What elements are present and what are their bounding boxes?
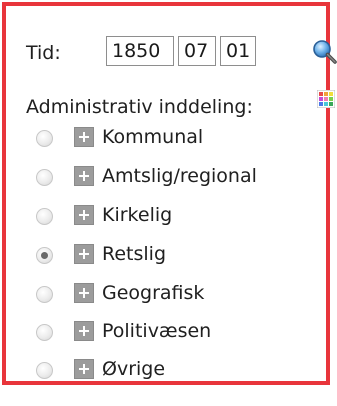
radio-button[interactable] <box>36 286 53 303</box>
radio-button-selected[interactable] <box>36 247 53 264</box>
option-politivaesen[interactable]: Politivæsen <box>36 318 336 348</box>
option-label: Øvrige <box>102 358 166 380</box>
expand-plus-icon[interactable] <box>74 359 94 379</box>
option-label: Retslig <box>102 243 167 265</box>
time-row: Tid: <box>26 36 337 68</box>
expand-plus-icon[interactable] <box>74 321 94 341</box>
option-geografisk[interactable]: Geografisk <box>36 280 336 310</box>
admin-division-row: Administrativ inddeling: <box>26 89 337 122</box>
expand-plus-icon[interactable] <box>74 166 94 186</box>
expand-plus-icon[interactable] <box>74 127 94 147</box>
search-icon[interactable] <box>312 39 337 65</box>
option-label: Geografisk <box>102 282 205 304</box>
filter-panel: Tid: Administrativ inddeling: <box>2 2 337 385</box>
option-label: Politivæsen <box>102 320 212 342</box>
admin-division-label: Administrativ inddeling: <box>26 96 253 118</box>
expand-plus-icon[interactable] <box>74 244 94 264</box>
radio-button[interactable] <box>36 169 53 186</box>
radio-button[interactable] <box>36 130 53 147</box>
option-label: Amtslig/regional <box>102 165 257 187</box>
day-input[interactable] <box>220 36 256 66</box>
option-ovrige[interactable]: Øvrige <box>36 356 336 386</box>
option-label: Kommunal <box>102 126 204 148</box>
month-input[interactable] <box>178 36 216 66</box>
color-grid-icon[interactable] <box>316 89 336 109</box>
option-label: Kirkelig <box>102 204 173 226</box>
expand-plus-icon[interactable] <box>74 283 94 303</box>
option-amtslig-regional[interactable]: Amtslig/regional <box>36 163 336 193</box>
time-label: Tid: <box>26 42 61 64</box>
radio-dot <box>41 252 48 259</box>
expand-plus-icon[interactable] <box>74 205 94 225</box>
radio-button[interactable] <box>36 208 53 225</box>
option-retslig[interactable]: Retslig <box>36 241 336 271</box>
year-input[interactable] <box>106 36 174 66</box>
option-kommunal[interactable]: Kommunal <box>36 124 336 154</box>
radio-button[interactable] <box>36 324 53 341</box>
radio-button[interactable] <box>36 362 53 379</box>
option-kirkelig[interactable]: Kirkelig <box>36 202 336 232</box>
